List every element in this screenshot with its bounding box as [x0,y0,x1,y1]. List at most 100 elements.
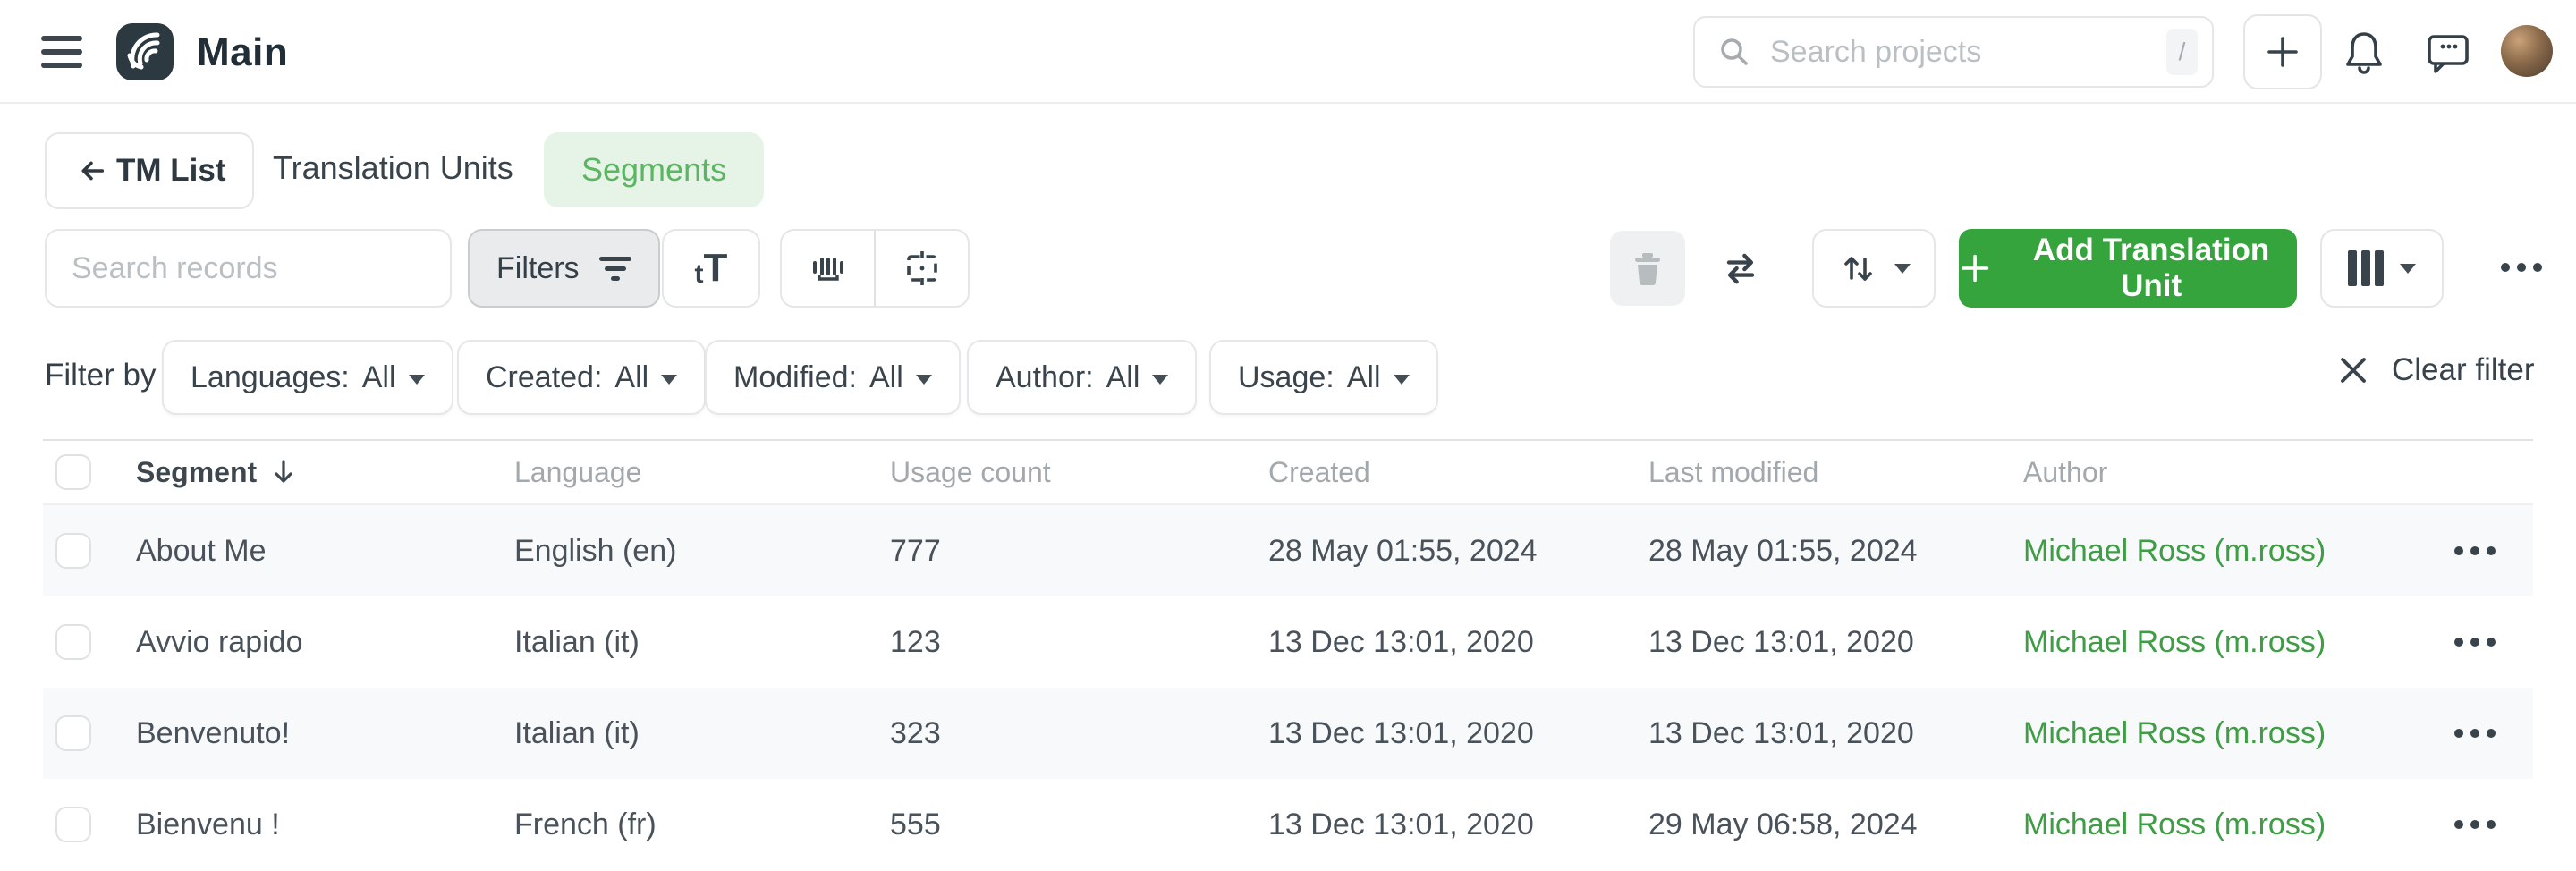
search-records-box [45,229,452,308]
row-checkbox[interactable] [55,533,91,569]
cell-language: Italian (it) [514,716,890,751]
cell-last-modified: 13 Dec 13:01, 2020 [1648,716,2023,751]
focus-frame-icon [901,247,944,290]
filter-value: All [1347,360,1381,395]
table-row[interactable]: Avvio rapido Italian (it) 123 13 Dec 13:… [43,596,2533,688]
table-row[interactable]: About Me English (en) 777 28 May 01:55, … [43,505,2533,596]
topbar-divider [0,102,2576,104]
column-header-usage-count[interactable]: Usage count [890,456,1268,489]
select-all-checkbox[interactable] [55,454,91,490]
add-translation-unit-button[interactable]: Add Translation Unit [1959,229,2297,308]
column-header-segment[interactable]: Segment [136,456,514,489]
plus-icon [2264,33,2301,71]
cell-language: English (en) [514,534,890,569]
cell-author-link[interactable]: Michael Ross (m.ross) [2023,625,2454,660]
more-options-button[interactable] [2497,254,2546,281]
filters-button[interactable]: Filters [468,229,660,308]
cell-created: 13 Dec 13:01, 2020 [1268,625,1648,660]
tab-segments[interactable]: Segments [544,132,764,207]
table-row[interactable]: Bienvenu ! French (fr) 555 13 Dec 13:01,… [43,779,2533,870]
chevron-down-icon [1152,375,1168,385]
delete-selected-button[interactable] [1610,231,1685,306]
row-checkbox[interactable] [55,624,91,660]
filter-dropdown-languages[interactable]: Languages: All [162,340,453,415]
notifications-bell-icon[interactable] [2342,29,2386,77]
cell-language: French (fr) [514,808,890,842]
user-avatar[interactable] [2501,25,2553,77]
row-more-options-button[interactable] [2454,720,2533,747]
filter-name: Created: [486,360,602,395]
back-button-label: TM List [116,153,225,189]
filter-value: All [869,360,903,395]
case-icon-large: T [704,249,728,288]
cell-language: Italian (it) [514,625,890,660]
columns-dropdown[interactable] [2320,229,2444,308]
segments-table: Segment Language Usage count Created Las… [43,439,2533,870]
filter-dropdown-modified[interactable]: Modified: All [705,340,961,415]
chevron-down-icon [1894,264,1911,274]
cell-usage-count: 323 [890,716,1268,751]
add-project-button[interactable] [2243,14,2322,89]
barcode-icon [807,247,850,290]
row-more-options-button[interactable] [2454,537,2533,564]
filter-name: Author: [996,360,1094,395]
search-records-input[interactable] [72,251,468,286]
cell-usage-count: 777 [890,534,1268,569]
chevron-down-icon [1394,375,1410,385]
chevron-down-icon [661,375,677,385]
filter-dropdown-author[interactable]: Author: All [967,340,1197,415]
cell-usage-count: 555 [890,808,1268,842]
column-header-last-modified[interactable]: Last modified [1648,456,2023,489]
cell-segment: About Me [136,534,514,569]
cell-author-link[interactable]: Michael Ross (m.ross) [2023,808,2454,842]
sort-order-dropdown[interactable] [1812,229,1936,308]
filter-dropdown-created[interactable]: Created: All [457,340,706,415]
cell-segment: Benvenuto! [136,716,514,751]
plus-icon [1959,251,1991,285]
column-header-label: Segment [136,456,257,489]
cell-created: 13 Dec 13:01, 2020 [1268,716,1648,751]
keyboard-shortcut-badge: / [2166,29,2198,75]
page-title: Main [197,30,288,75]
search-projects-input[interactable] [1770,35,2166,70]
column-header-author[interactable]: Author [2023,456,2454,489]
barcode-mode-button[interactable] [782,231,874,306]
search-projects-box: / [1693,16,2214,88]
cell-author-link[interactable]: Michael Ross (m.ross) [2023,716,2454,751]
tab-translation-units[interactable]: Translation Units [273,149,513,187]
row-checkbox[interactable] [55,715,91,751]
clear-filter-button[interactable]: Clear filter [2336,352,2534,388]
table-header-row: Segment Language Usage count Created Las… [43,441,2533,505]
filter-name: Languages: [191,360,350,395]
chevron-down-icon [916,375,932,385]
cell-segment: Bienvenu ! [136,808,514,842]
filter-value: All [362,360,396,395]
clear-filter-label: Clear filter [2392,352,2534,388]
chevron-down-icon [2400,264,2416,274]
filter-dropdown-usage[interactable]: Usage: All [1209,340,1438,415]
row-checkbox[interactable] [55,807,91,842]
filter-by-label: Filter by [45,358,156,393]
column-header-created[interactable]: Created [1268,456,1648,489]
close-icon [2336,353,2370,387]
hamburger-menu-icon[interactable] [41,36,82,68]
cell-usage-count: 123 [890,625,1268,660]
cell-segment: Avvio rapido [136,625,514,660]
column-header-language[interactable]: Language [514,456,890,489]
back-to-tm-list-button[interactable]: TM List [45,132,254,209]
top-bar: Main / [0,0,2576,104]
table-row[interactable]: Benvenuto! Italian (it) 323 13 Dec 13:01… [43,688,2533,779]
row-more-options-button[interactable] [2454,811,2533,838]
tm-segments-page: Main / [0,0,2576,871]
columns-icon [2348,250,2384,286]
search-mode-toggle-group [780,229,970,308]
app-logo[interactable] [116,23,174,80]
swap-replace-button[interactable] [1714,241,1767,295]
match-case-button[interactable]: tT [662,229,760,308]
row-more-options-button[interactable] [2454,629,2533,655]
cell-last-modified: 13 Dec 13:01, 2020 [1648,625,2023,660]
focus-select-button[interactable] [876,231,968,306]
feedback-chat-icon[interactable] [2426,32,2470,75]
trash-icon [1628,249,1667,288]
cell-author-link[interactable]: Michael Ross (m.ross) [2023,534,2454,569]
